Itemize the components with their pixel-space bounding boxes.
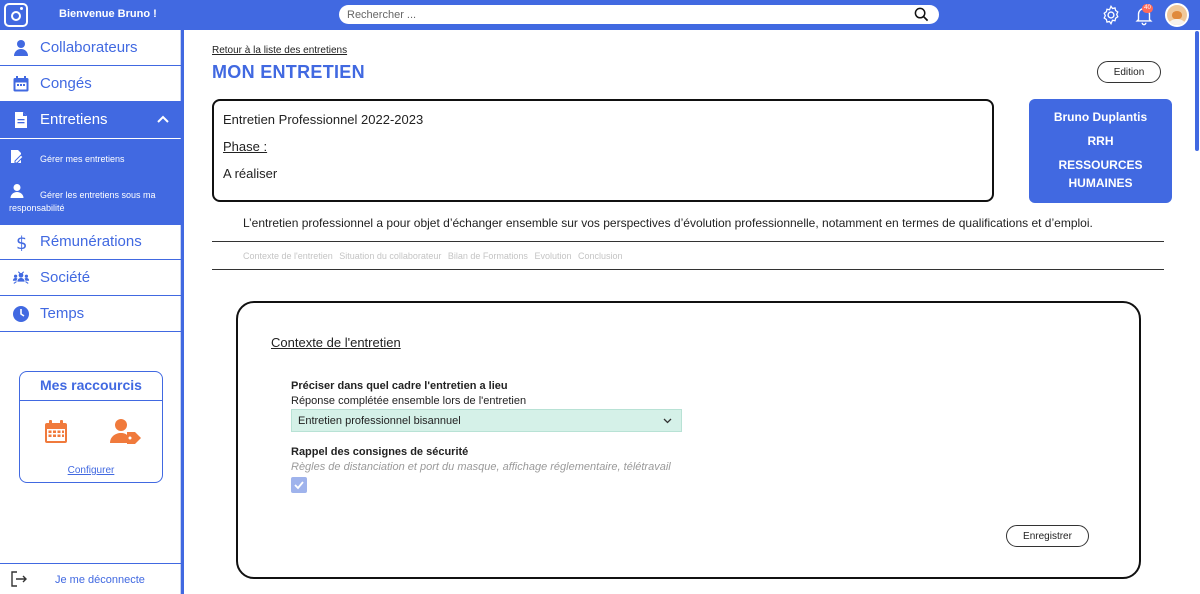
intro-text: L’entretien professionnel a pour objet d… <box>243 216 1093 230</box>
interview-name: Entretien Professionnel 2022-2023 <box>223 112 424 127</box>
user-tag-shortcut-icon[interactable] <box>110 418 142 444</box>
divider <box>0 563 181 564</box>
user-avatar[interactable] <box>1165 3 1189 27</box>
sidebar-item-label: Collaborateurs <box>40 39 138 56</box>
calendar-shortcut-icon[interactable] <box>43 419 69 445</box>
user-name: Bruno Duplantis <box>1053 110 1148 124</box>
subnav-gerer-mes-entretiens[interactable]: Gérer mes entretiens <box>40 153 125 166</box>
divider <box>212 269 1164 270</box>
steps-nav: Contexte de l'entretien Situation du col… <box>243 251 627 261</box>
check-icon <box>294 481 304 490</box>
sidebar-item-label: Société <box>40 269 91 286</box>
back-to-list-link[interactable]: Retour à la liste des entretiens <box>212 45 347 56</box>
security-checkbox[interactable] <box>291 477 307 493</box>
question-hint: Règles de distanciation et port du masqu… <box>291 461 671 473</box>
welcome-text: Bienvenue Bruno ! <box>59 8 157 20</box>
question-label: Rappel des consignes de sécurité <box>291 446 469 458</box>
sidebar-border <box>181 30 184 594</box>
shortcuts-title: Mes raccourcis <box>40 377 142 393</box>
phase-label: Phase : <box>223 139 268 154</box>
dollar-icon: $ <box>16 233 27 251</box>
clock-icon <box>13 306 29 322</box>
user-icon <box>14 40 28 56</box>
cadre-select[interactable]: Entretien professionnel bisannuel <box>291 409 682 432</box>
logout-link[interactable]: Je me déconnecte <box>55 574 145 586</box>
document-icon <box>15 112 27 128</box>
team-icon <box>12 271 30 284</box>
question-hint: Réponse complétée ensemble lors de l'ent… <box>291 395 527 407</box>
user-department-line1: RESSOURCES <box>1058 158 1143 172</box>
save-button[interactable]: Enregistrer <box>1006 525 1089 547</box>
edit-button[interactable]: Edition <box>1097 61 1161 83</box>
step-evolution[interactable]: Evolution <box>534 251 571 261</box>
question-label: Préciser dans quel cadre l'entretien a l… <box>291 380 508 392</box>
logout-icon[interactable] <box>10 570 28 588</box>
sidebar-item-societe[interactable]: Société <box>0 260 181 296</box>
user-department-line2: HUMAINES <box>1068 176 1133 190</box>
section-title: Contexte de l'entretien <box>271 335 401 350</box>
sidebar-item-label: Temps <box>40 305 85 322</box>
svg-text:$: $ <box>16 233 27 251</box>
top-bar: Bienvenue Bruno ! 40 <box>0 0 1200 30</box>
chevron-up-icon[interactable] <box>157 114 169 124</box>
search-icon[interactable] <box>914 7 929 22</box>
sidebar: Collaborateurs Congés Entretiens Gérer m… <box>0 30 181 594</box>
notification-badge: 40 <box>1142 4 1153 13</box>
user-role: RRH <box>1087 134 1114 148</box>
step-conclusion[interactable]: Conclusion <box>578 251 623 261</box>
form-card: Contexte de l'entretien Préciser dans qu… <box>236 301 1141 579</box>
sidebar-item-entretiens[interactable]: Entretiens <box>0 102 181 138</box>
sidebar-item-conges[interactable]: Congés <box>0 66 181 102</box>
step-bilan-formations[interactable]: Bilan de Formations <box>448 251 528 261</box>
sidebar-item-remunerations[interactable]: $ Rémunérations <box>0 224 181 260</box>
app-logo-icon[interactable] <box>4 3 28 27</box>
calendar-icon <box>13 76 29 92</box>
search-bar[interactable] <box>339 5 939 24</box>
chevron-down-icon <box>663 418 672 424</box>
gear-icon[interactable] <box>1100 4 1122 26</box>
step-contexte[interactable]: Contexte de l'entretien <box>243 251 333 261</box>
sidebar-subnav: Gérer mes entretiens Gérer les entretien… <box>0 139 181 225</box>
sidebar-item-label: Entretiens <box>40 111 108 128</box>
page-title: MON ENTRETIEN <box>212 62 365 82</box>
edit-document-icon <box>11 150 24 164</box>
sidebar-item-label: Congés <box>40 75 92 92</box>
interview-info-box: Entretien Professionnel 2022-2023 Phase … <box>212 99 994 202</box>
phase-value: A réaliser <box>223 166 278 181</box>
step-situation[interactable]: Situation du collaborateur <box>339 251 441 261</box>
search-input[interactable] <box>347 7 907 22</box>
select-value: Entretien professionnel bisannuel <box>298 415 461 427</box>
configure-shortcuts-link[interactable]: Configurer <box>20 465 162 476</box>
scrollbar-thumb[interactable] <box>1195 31 1199 151</box>
shortcuts-panel: Mes raccourcis Configurer <box>19 371 163 483</box>
divider <box>20 400 162 401</box>
sidebar-item-label: Rémunérations <box>40 233 142 250</box>
sidebar-item-temps[interactable]: Temps <box>0 296 181 332</box>
user-card: Bruno Duplantis RRH RESSOURCES HUMAINES <box>1029 99 1172 203</box>
subnav-gerer-entretiens-responsabilite[interactable]: Gérer les entretiens sous ma responsabil… <box>9 189 174 215</box>
sidebar-item-collaborateurs[interactable]: Collaborateurs <box>0 30 181 66</box>
divider <box>212 241 1164 242</box>
